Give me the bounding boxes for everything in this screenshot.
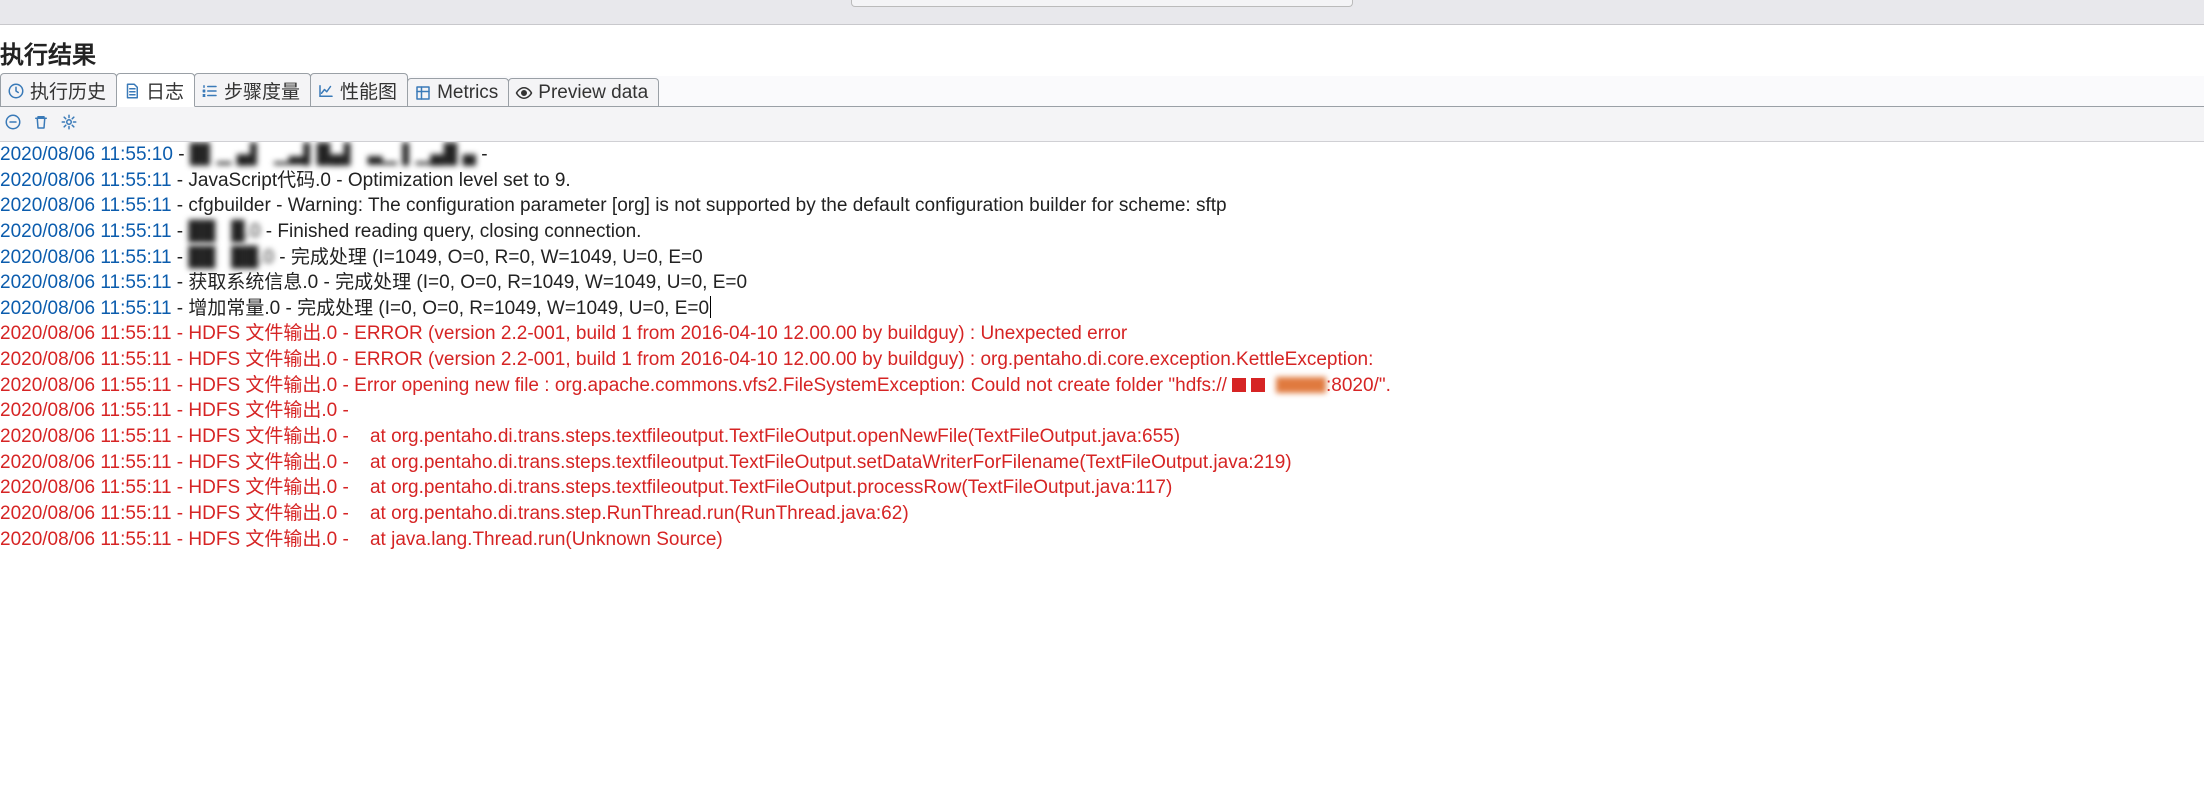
log-message: Optimization level set to 9. [348, 170, 571, 191]
log-source: 增加常量.0 [188, 298, 280, 319]
tab-label: 步骤度量 [224, 77, 300, 104]
log-source: HDFS 文件输出.0 [188, 426, 337, 447]
clear-button[interactable] [32, 113, 50, 137]
log-message: 完成处理 (I=0, O=0, R=1049, W=1049, U=0, E=0 [297, 298, 709, 319]
collapse-button[interactable] [4, 113, 22, 137]
log-timestamp: 2020/08/06 11:55:11 [0, 477, 172, 498]
tab-steps[interactable]: 步骤度量 [194, 73, 311, 106]
gear-icon [60, 113, 78, 131]
drag-handle[interactable] [851, 0, 1353, 7]
tab-perf[interactable]: 性能图 [310, 73, 408, 106]
doc-icon [123, 82, 141, 100]
redacted-block [1232, 378, 1246, 392]
log-source: ██ █.0 [188, 221, 260, 242]
tab-preview[interactable]: Preview data [508, 78, 659, 106]
clock-icon [7, 82, 25, 100]
log-line: 2020/08/06 11:55:10 - █▌▁ ▄▌ ▁▃▌█▄▌ ▃▁ ▌… [0, 142, 2204, 168]
tab-label: 执行历史 [30, 77, 106, 104]
tab-label: Metrics [437, 82, 498, 104]
log-timestamp: 2020/08/06 11:55:11 [0, 323, 172, 344]
log-timestamp: 2020/08/06 11:55:11 [0, 272, 172, 293]
log-message: at org.pentaho.di.trans.steps.textfileou… [354, 426, 1180, 447]
log-timestamp: 2020/08/06 11:55:11 [0, 195, 172, 216]
log-source: HDFS 文件输出.0 [188, 323, 337, 344]
log-timestamp: 2020/08/06 11:55:11 [0, 170, 172, 191]
window-topbar [0, 0, 2204, 25]
log-line: 2020/08/06 11:55:11 - ██ █.0 - Finished … [0, 219, 2204, 245]
log-message: at org.pentaho.di.trans.steps.textfileou… [354, 477, 1172, 498]
log-line: 2020/08/06 11:55:11 - 增加常量.0 - 完成处理 (I=0… [0, 296, 2204, 322]
log-line: 2020/08/06 11:55:11 - HDFS 文件输出.0 - Erro… [0, 373, 2204, 399]
log-message: at org.pentaho.di.trans.step.RunThread.r… [354, 503, 909, 524]
log-timestamp: 2020/08/06 11:55:11 [0, 298, 172, 319]
log-source: HDFS 文件输出.0 [188, 452, 337, 473]
log-timestamp: 2020/08/06 11:55:11 [0, 221, 172, 242]
log-line: 2020/08/06 11:55:11 - HDFS 文件输出.0 - at o… [0, 450, 2204, 476]
log-line: 2020/08/06 11:55:11 - HDFS 文件输出.0 - [0, 398, 2204, 424]
tab-history[interactable]: 执行历史 [0, 73, 117, 106]
tab-metrics[interactable]: Metrics [407, 78, 509, 106]
log-source: JavaScript代码.0 [188, 170, 331, 191]
log-line: 2020/08/06 11:55:11 - 获取系统信息.0 - 完成处理 (I… [0, 270, 2204, 296]
log-source: HDFS 文件输出.0 [188, 503, 337, 524]
log-message: Finished reading query, closing connecti… [277, 221, 641, 242]
log-line: 2020/08/06 11:55:11 - HDFS 文件输出.0 - at o… [0, 475, 2204, 501]
text-caret [710, 296, 711, 318]
log-source: HDFS 文件输出.0 [188, 375, 337, 396]
log-message: ERROR (version 2.2-001, build 1 from 201… [354, 323, 1127, 344]
log-message: at java.lang.Thread.run(Unknown Source) [354, 529, 723, 550]
panel-title: 执行结果 [0, 25, 2204, 76]
log-source: █▌▁ ▄▌ ▁▃▌█▄▌ ▃▁ ▌▁▄█ ▄ [190, 144, 476, 165]
chart-line-icon [317, 82, 335, 100]
log-timestamp: 2020/08/06 11:55:11 [0, 247, 172, 268]
log-source: cfgbuilder [188, 195, 270, 216]
tab-log[interactable]: 日志 [116, 73, 195, 107]
redacted-block [1251, 378, 1265, 392]
log-line: 2020/08/06 11:55:11 - HDFS 文件输出.0 - ERRO… [0, 321, 2204, 347]
log-message: ERROR (version 2.2-001, build 1 from 201… [354, 349, 1373, 370]
log-source: HDFS 文件输出.0 [188, 477, 337, 498]
log-source: HDFS 文件输出.0 [188, 349, 337, 370]
log-line: 2020/08/06 11:55:11 - HDFS 文件输出.0 - ERRO… [0, 347, 2204, 373]
log-message: 完成处理 (I=1049, O=0, R=0, W=1049, U=0, E=0 [291, 247, 703, 268]
list-num-icon [201, 82, 219, 100]
eye-icon [515, 84, 533, 102]
log-line: 2020/08/06 11:55:11 - HDFS 文件输出.0 - at o… [0, 501, 2204, 527]
log-timestamp: 2020/08/06 11:55:11 [0, 400, 172, 421]
log-source: HDFS 文件输出.0 [188, 529, 337, 550]
log-line: 2020/08/06 11:55:11 - JavaScript代码.0 - O… [0, 168, 2204, 194]
log-timestamp: 2020/08/06 11:55:11 [0, 529, 172, 550]
log-message: Warning: The configuration parameter [or… [288, 195, 1227, 216]
tab-label: 性能图 [340, 77, 397, 104]
collapse-icon [4, 113, 22, 131]
log-message: Error opening new file : org.apache.comm… [354, 375, 1227, 396]
log-source: 获取系统信息.0 [188, 272, 318, 293]
log-timestamp: 2020/08/06 11:55:11 [0, 452, 172, 473]
redacted-block [1276, 377, 1326, 393]
results-tabstrip: 执行历史 日志 步骤度量 性能图 Metrics Preview data [0, 76, 2204, 107]
log-message: at org.pentaho.di.trans.steps.textfileou… [354, 452, 1291, 473]
log-output[interactable]: 2020/08/06 11:55:10 - █▌▁ ▄▌ ▁▃▌█▄▌ ▃▁ ▌… [0, 142, 2204, 572]
log-line: 2020/08/06 11:55:11 - HDFS 文件输出.0 - at o… [0, 424, 2204, 450]
log-timestamp: 2020/08/06 11:55:11 [0, 349, 172, 370]
tab-label: Preview data [538, 82, 648, 104]
log-toolbar [0, 107, 2204, 142]
tab-label: 日志 [146, 77, 184, 104]
spreadsheet-icon [414, 84, 432, 102]
log-message: 完成处理 (I=0, O=0, R=1049, W=1049, U=0, E=0 [335, 272, 747, 293]
log-timestamp: 2020/08/06 11:55:11 [0, 503, 172, 524]
log-timestamp: 2020/08/06 11:55:11 [0, 375, 172, 396]
log-source: ██ ██.0 [188, 247, 274, 268]
log-line: 2020/08/06 11:55:11 - HDFS 文件输出.0 - at j… [0, 527, 2204, 553]
log-timestamp: 2020/08/06 11:55:11 [0, 426, 172, 447]
trash-icon [32, 113, 50, 131]
log-line: 2020/08/06 11:55:11 - cfgbuilder - Warni… [0, 193, 2204, 219]
log-line: 2020/08/06 11:55:11 - ██ ██.0 - 完成处理 (I=… [0, 245, 2204, 271]
log-timestamp: 2020/08/06 11:55:10 [0, 144, 173, 165]
log-source: HDFS 文件输出.0 [188, 400, 337, 421]
settings-button[interactable] [60, 113, 78, 137]
log-tail: :8020/". [1326, 375, 1391, 396]
